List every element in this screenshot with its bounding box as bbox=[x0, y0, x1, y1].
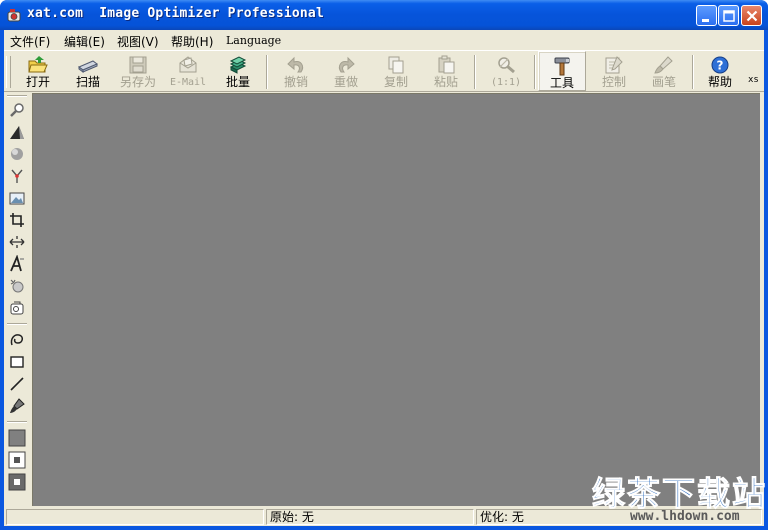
control-label: 控制 bbox=[601, 75, 626, 89]
menu-bar: 文件(F) 编辑(E) 视图(V) 帮助(H) Language bbox=[4, 30, 764, 50]
selection-square-icon[interactable] bbox=[8, 451, 26, 469]
menu-file[interactable]: 文件(F) bbox=[10, 33, 50, 50]
text-tool-icon[interactable] bbox=[8, 255, 26, 273]
open-label: 打开 bbox=[25, 75, 50, 89]
app-window: xat.com Image Optimizer Professional 文件(… bbox=[0, 0, 768, 530]
undo-button[interactable]: 撤销 bbox=[272, 51, 320, 91]
resize-arrows-icon[interactable] bbox=[8, 233, 26, 251]
side-toolbar-separator bbox=[7, 323, 27, 325]
redo-button[interactable]: 重做 bbox=[322, 51, 370, 91]
maximize-button[interactable] bbox=[718, 5, 739, 26]
help-question-icon: ? bbox=[711, 56, 729, 74]
paint-brush-icon[interactable] bbox=[8, 397, 26, 415]
sharpen-triangle-icon[interactable] bbox=[8, 123, 26, 141]
brush-button[interactable]: 画笔 bbox=[640, 51, 688, 91]
toolbar-separator bbox=[692, 55, 694, 89]
control-button[interactable]: 控制 bbox=[590, 51, 638, 91]
help-label: 帮助 bbox=[707, 75, 732, 89]
hammer-tools-icon bbox=[554, 57, 570, 76]
email-button[interactable]: E-Mail bbox=[164, 51, 212, 91]
rectangle-icon[interactable] bbox=[8, 353, 26, 371]
menu-view[interactable]: 视图(V) bbox=[117, 33, 159, 50]
status-message bbox=[6, 509, 264, 525]
side-toolbar-separator bbox=[7, 421, 27, 423]
copy-button[interactable]: 复制 bbox=[372, 51, 420, 91]
batch-button[interactable]: 批量 bbox=[214, 51, 262, 91]
menu-edit[interactable]: 编辑(E) bbox=[64, 33, 105, 50]
menu-language[interactable]: Language bbox=[226, 34, 281, 47]
image-picture-icon[interactable] bbox=[8, 189, 26, 207]
client-area: 文件(F) 编辑(E) 视图(V) 帮助(H) Language 打开 扫描 另… bbox=[4, 30, 764, 526]
watermark-url: www.lhdown.com bbox=[630, 509, 740, 524]
batch-stack-icon bbox=[229, 56, 247, 74]
toolbar-xs-label: xs bbox=[748, 75, 759, 85]
red-eye-icon[interactable] bbox=[8, 167, 26, 185]
blur-sphere-icon[interactable] bbox=[8, 145, 26, 163]
watermark-logo: 绿茶下载站 www.lhdown.com bbox=[592, 467, 767, 527]
copy-label: 复制 bbox=[383, 75, 408, 89]
side-toolbar-grip[interactable] bbox=[7, 95, 27, 97]
svg-text:?: ? bbox=[717, 59, 724, 73]
tools-button[interactable]: 工具 bbox=[538, 51, 586, 91]
undo-arrow-icon bbox=[287, 56, 304, 73]
toolbar-separator bbox=[474, 55, 476, 89]
side-toolbar bbox=[4, 93, 30, 506]
redo-label: 重做 bbox=[333, 75, 358, 89]
control-panel-icon bbox=[605, 56, 623, 74]
help-button[interactable]: ? 帮助 bbox=[696, 51, 744, 91]
toolbar-separator bbox=[534, 55, 536, 89]
open-button[interactable]: 打开 bbox=[14, 51, 62, 91]
lasso-icon[interactable] bbox=[8, 331, 26, 349]
email-envelope-icon bbox=[179, 56, 197, 73]
line-icon[interactable] bbox=[8, 375, 26, 393]
stamp-icon[interactable] bbox=[8, 299, 26, 317]
paste-clipboard-icon bbox=[438, 55, 455, 74]
paste-button[interactable]: 粘贴 bbox=[422, 51, 470, 91]
watermark-brand: 绿茶下载站 bbox=[592, 474, 767, 514]
toolbar-grip[interactable] bbox=[6, 56, 11, 88]
background-color-icon[interactable] bbox=[8, 473, 26, 491]
foreground-color-icon[interactable] bbox=[8, 429, 26, 447]
status-original-size: 原始: 无 bbox=[266, 509, 474, 525]
title-bar[interactable]: xat.com Image Optimizer Professional bbox=[0, 0, 768, 30]
copy-pages-icon bbox=[388, 56, 404, 74]
email-label: E-Mail bbox=[169, 77, 207, 88]
maximize-icon bbox=[723, 10, 735, 22]
crop-icon[interactable] bbox=[8, 211, 26, 229]
window-title: xat.com Image Optimizer Professional bbox=[27, 6, 324, 21]
scan-label: 扫描 bbox=[75, 75, 100, 89]
batch-label: 批量 bbox=[225, 75, 250, 89]
open-folder-icon bbox=[28, 56, 48, 73]
effects-sparkle-icon[interactable] bbox=[8, 277, 26, 295]
redo-arrow-icon bbox=[338, 56, 355, 73]
app-icon bbox=[7, 9, 21, 22]
paintbrush-icon bbox=[654, 56, 673, 74]
image-workspace[interactable] bbox=[32, 93, 760, 506]
magnifier-icon[interactable] bbox=[8, 101, 26, 119]
zoom-1-1-button[interactable]: (1:1) bbox=[482, 51, 530, 91]
brush-label: 画笔 bbox=[651, 75, 676, 89]
toolbar-separator bbox=[266, 55, 268, 89]
close-icon bbox=[746, 10, 758, 22]
zoom-actual-size-icon bbox=[498, 57, 515, 74]
minimize-button[interactable] bbox=[696, 5, 717, 26]
paste-label: 粘贴 bbox=[433, 75, 458, 89]
menu-help[interactable]: 帮助(H) bbox=[171, 33, 213, 50]
save-as-label: 另存为 bbox=[119, 75, 156, 89]
floppy-disk-icon bbox=[129, 56, 147, 74]
tools-label: 工具 bbox=[549, 76, 574, 90]
zoom-label: (1:1) bbox=[490, 77, 522, 88]
scan-button[interactable]: 扫描 bbox=[64, 51, 112, 91]
close-button[interactable] bbox=[741, 5, 762, 26]
minimize-icon bbox=[702, 19, 709, 22]
scanner-icon bbox=[78, 60, 98, 73]
main-toolbar: 打开 扫描 另存为 E-Mail 批量 撤销 重做 复制 粘贴 (1:1) 工具… bbox=[4, 50, 764, 92]
save-as-button[interactable]: 另存为 bbox=[114, 51, 162, 91]
undo-label: 撤销 bbox=[283, 75, 308, 89]
